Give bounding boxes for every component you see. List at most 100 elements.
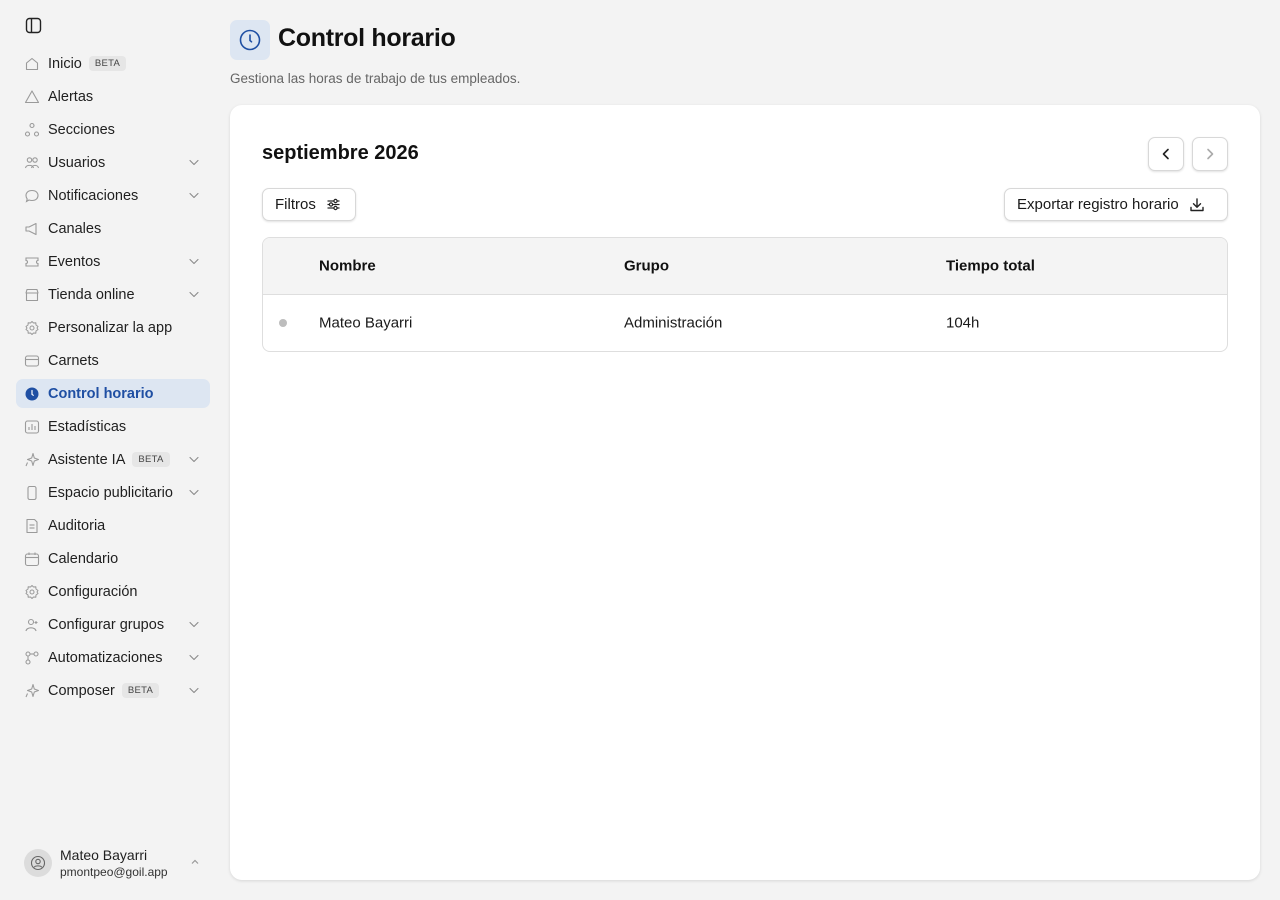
user-menu[interactable]: Mateo Bayarri pmontpeo@goil.app	[24, 845, 204, 881]
sidebar-item-composer[interactable]: Composer BETA	[16, 676, 210, 705]
beta-badge: BETA	[88, 56, 127, 71]
gear-icon	[24, 584, 40, 600]
sidebar-item-personalizar-la-app[interactable]: Personalizar la app	[16, 313, 210, 342]
chevron-up-icon	[191, 859, 199, 864]
megaphone-icon	[24, 221, 40, 237]
column-header-total-time[interactable]: Tiempo total	[946, 258, 1035, 275]
export-timesheet-button[interactable]: Exportar registro horario	[1004, 188, 1228, 221]
sidebar-item-label: Estadísticas	[48, 418, 127, 435]
sidebar-item-label: Espacio publicitario	[48, 484, 173, 501]
sidebar-item-label: Personalizar la app	[48, 319, 173, 336]
user-email: pmontpeo@goil.app	[60, 864, 168, 879]
filters-label: Filtros	[275, 196, 316, 213]
sidebar-item-label: Configurar grupos	[48, 616, 165, 633]
chevron-down-icon[interactable]	[188, 486, 200, 498]
sidebar-item-label: Carnets	[48, 352, 99, 369]
chevron-down-icon[interactable]	[188, 189, 200, 201]
chevron-down-icon[interactable]	[188, 618, 200, 630]
beta-badge: BETA	[121, 683, 160, 698]
card-icon	[24, 353, 40, 369]
month-title: septiembre 2026	[262, 142, 419, 164]
sidebar-item-usuarios[interactable]: Usuarios	[16, 148, 210, 177]
user-group-icon	[24, 617, 40, 633]
users-icon	[24, 155, 40, 171]
page-subtitle: Gestiona las horas de trabajo de tus emp…	[230, 71, 521, 86]
sidebar-item-label: Asistente IA	[48, 451, 126, 468]
sidebar-item-label: Alertas	[48, 88, 94, 105]
sidebar-item-label: Eventos	[48, 253, 101, 270]
clock-icon	[230, 20, 270, 60]
time-tracking-card: septiembre 2026 Filtros Exportar registr…	[230, 105, 1260, 880]
sidebar-item-label: Control horario	[48, 385, 154, 402]
sparkle-icon	[24, 452, 40, 468]
previous-month-button[interactable]	[1148, 137, 1184, 171]
phone-icon	[24, 485, 40, 501]
chevron-down-icon[interactable]	[188, 288, 200, 300]
settings-gear-icon	[24, 320, 40, 336]
sidebar-item-auditoria[interactable]: Auditoria	[16, 511, 210, 540]
sidebar-item-label: Inicio	[48, 55, 82, 72]
status-dot	[279, 319, 287, 327]
calendar-icon	[24, 551, 40, 567]
home-icon	[24, 56, 40, 72]
page-title: Control horario	[278, 24, 456, 52]
sidebar-item-label: Calendario	[48, 550, 119, 567]
sidebar-item-automatizaciones[interactable]: Automatizaciones	[16, 643, 210, 672]
sidebar-item-espacio-publicitario[interactable]: Espacio publicitario	[16, 478, 210, 507]
table-row[interactable]: Mateo Bayarri Administración 104h	[263, 295, 1227, 351]
sidebar-item-label: Automatizaciones	[48, 649, 163, 666]
alert-triangle-icon	[24, 89, 40, 105]
sidebar-item-label: Usuarios	[48, 154, 106, 171]
sidebar-item-configuracion[interactable]: Configuración	[16, 577, 210, 606]
sidebar-item-alertas[interactable]: Alertas	[16, 82, 210, 111]
store-icon	[24, 287, 40, 303]
chevron-right-icon	[1207, 148, 1214, 160]
clock-icon	[24, 386, 40, 402]
employees-table: Nombre Grupo Tiempo total Mateo Bayarri …	[262, 237, 1228, 352]
sidebar-item-secciones[interactable]: Secciones	[16, 115, 210, 144]
sidebar-item-label: Auditoria	[48, 517, 106, 534]
sidebar-item-control-horario[interactable]: Control horario	[16, 379, 210, 408]
sidebar-item-eventos[interactable]: Eventos	[16, 247, 210, 276]
sidebar-item-label: Composer	[48, 682, 115, 699]
sidebar-item-carnets[interactable]: Carnets	[16, 346, 210, 375]
sidebar: Inicio BETA Alertas Secciones Usuarios Notifi…	[0, 0, 226, 900]
table-header: Nombre Grupo Tiempo total	[263, 238, 1227, 295]
chevron-down-icon[interactable]	[188, 453, 200, 465]
sections-icon	[24, 122, 40, 138]
bar-chart-icon	[24, 419, 40, 435]
sidebar-item-inicio[interactable]: Inicio BETA	[16, 49, 210, 78]
next-month-button[interactable]	[1192, 137, 1228, 171]
ticket-icon	[24, 254, 40, 270]
avatar	[24, 849, 52, 877]
sidebar-item-calendario[interactable]: Calendario	[16, 544, 210, 573]
column-header-name[interactable]: Nombre	[319, 258, 376, 275]
sidebar-item-asistente-ia[interactable]: Asistente IA BETA	[16, 445, 210, 474]
sidebar-item-label: Configuración	[48, 583, 138, 600]
sidebar-item-estadisticas[interactable]: Estadísticas	[16, 412, 210, 441]
sidebar-item-notificaciones[interactable]: Notificaciones	[16, 181, 210, 210]
sidebar-item-label: Tienda online	[48, 286, 135, 303]
audit-document-icon	[24, 518, 40, 534]
sidebar-item-configurar-grupos[interactable]: Configurar grupos	[16, 610, 210, 639]
sidebar-nav: Inicio BETA Alertas Secciones Usuarios Notifi…	[16, 49, 210, 709]
sidebar-toggle-icon[interactable]	[24, 16, 42, 34]
column-header-group[interactable]: Grupo	[624, 258, 669, 275]
user-name: Mateo Bayarri	[60, 846, 148, 863]
sliders-icon	[326, 197, 341, 212]
sidebar-item-label: Secciones	[48, 121, 115, 138]
row-group: Administración	[624, 314, 723, 332]
chevron-left-icon	[1162, 148, 1169, 160]
chevron-down-icon[interactable]	[188, 156, 200, 168]
chevron-down-icon[interactable]	[188, 255, 200, 267]
message-bubble-icon	[24, 188, 40, 204]
sidebar-item-tienda-online[interactable]: Tienda online	[16, 280, 210, 309]
workflow-icon	[24, 650, 40, 666]
download-icon	[1189, 197, 1205, 213]
filters-button[interactable]: Filtros	[262, 188, 356, 221]
chevron-down-icon[interactable]	[188, 651, 200, 663]
sidebar-item-label: Canales	[48, 220, 102, 237]
row-total-time: 104h	[946, 314, 980, 332]
chevron-down-icon[interactable]	[188, 684, 200, 696]
sidebar-item-canales[interactable]: Canales	[16, 214, 210, 243]
